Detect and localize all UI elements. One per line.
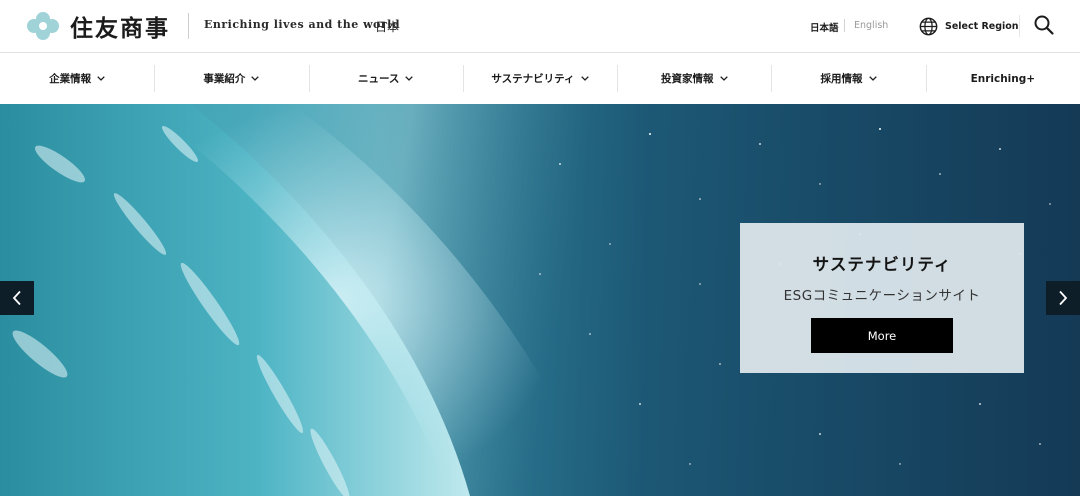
search-icon [1034,15,1054,35]
chevron-down-icon [405,76,414,81]
nav-item-corporate[interactable]: 企業情報 [0,53,154,104]
nav-item-label: ニュース [357,73,400,85]
nav-item-news[interactable]: ニュース [308,53,463,104]
chevron-down-icon [251,76,260,81]
chevron-right-icon [1059,290,1068,306]
company-logo[interactable]: 住友商事 [26,9,170,43]
chevron-down-icon [580,76,589,81]
nav-item-label: Enriching+ [970,72,1036,85]
nav-item-careers[interactable]: 採用情報 [771,53,925,104]
global-nav: 企業情報 事業紹介 ニュース サステナビリティ 投資家情報 採用情報 Enric… [0,53,1080,104]
hero-promo-panel: サステナビリティ ESGコミュニケーションサイト More [740,223,1024,373]
globe-icon [919,17,938,35]
nav-item-enriching-plus[interactable]: Enriching+ [925,53,1080,104]
country-label[interactable]: 日本 [375,18,399,35]
logo-mark-icon [27,12,59,40]
promo-title: サステナビリティ [812,255,952,274]
language-japanese-link[interactable]: 日本語 [810,20,839,34]
nav-item-label: 採用情報 [820,73,863,85]
nav-item-business[interactable]: 事業紹介 [154,53,308,104]
language-divider [844,19,845,32]
site-header: 住友商事 Enriching lives and the world 日本 日本… [0,0,1080,53]
chevron-left-icon [12,290,21,306]
nav-item-label: サステナビリティ [491,73,575,85]
tagline: Enriching lives and the world [204,18,401,31]
nav-item-label: 投資家情報 [661,73,714,85]
carousel-prev-button[interactable] [0,281,34,315]
language-english-link[interactable]: English [854,20,888,31]
search-button[interactable] [1033,14,1055,36]
chevron-down-icon [868,76,877,81]
hero-carousel: サステナビリティ ESGコミュニケーションサイト More [0,104,1080,496]
promo-more-button[interactable]: More [811,318,953,353]
select-region-label: Select Region [945,20,1019,32]
chevron-down-icon [97,76,105,81]
chevron-down-icon [719,76,728,81]
nav-item-sustainability[interactable]: サステナビリティ [462,53,617,104]
search-divider [1019,15,1020,37]
logo-text: 住友商事 [70,16,170,42]
nav-item-label: 事業紹介 [203,73,246,85]
select-region-button[interactable]: Select Region [919,15,1019,37]
tagline-divider [188,13,189,39]
nav-item-investors[interactable]: 投資家情報 [617,53,771,104]
promo-subtitle: ESGコミュニケーションサイト [783,288,981,304]
carousel-next-button[interactable] [1046,281,1080,315]
nav-item-label: 企業情報 [49,73,92,85]
